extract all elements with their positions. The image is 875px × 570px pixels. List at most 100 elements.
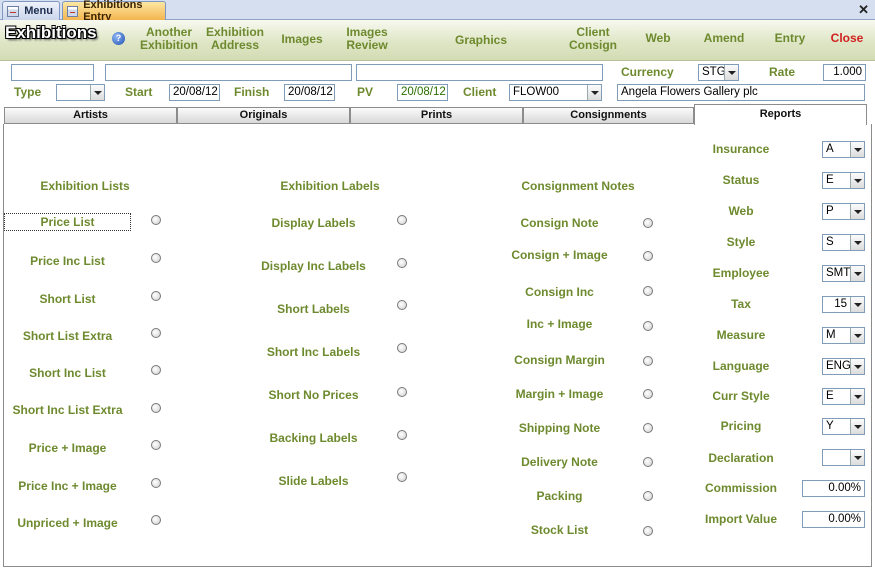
report-display-inc-labels[interactable]: Display Inc Labels bbox=[250, 259, 377, 273]
tab-menu[interactable]: Menu bbox=[2, 1, 60, 20]
report-inc-image[interactable]: Inc + Image bbox=[496, 317, 623, 331]
report-unpriced-image[interactable]: Unpriced + Image bbox=[4, 516, 131, 530]
radio-display-labels[interactable] bbox=[397, 215, 407, 225]
chevron-down-icon[interactable] bbox=[850, 389, 864, 404]
amend-button[interactable]: Amend bbox=[700, 32, 748, 45]
radio-short-list[interactable] bbox=[151, 291, 161, 301]
radio-consign-inc[interactable] bbox=[643, 286, 653, 296]
tab-originals[interactable]: Originals bbox=[177, 107, 350, 124]
images-review-button[interactable]: Images Review bbox=[342, 26, 392, 52]
chevron-down-icon[interactable] bbox=[850, 266, 864, 281]
tab-artists[interactable]: Artists bbox=[4, 107, 177, 124]
report-backing-labels[interactable]: Backing Labels bbox=[250, 431, 377, 445]
report-short-inc-labels[interactable]: Short Inc Labels bbox=[250, 345, 377, 359]
report-price-inc-list[interactable]: Price Inc List bbox=[4, 254, 131, 268]
finish-date-field[interactable]: 20/08/12 bbox=[284, 84, 335, 101]
radio-price-list[interactable] bbox=[151, 215, 161, 225]
tab-consignments[interactable]: Consignments bbox=[523, 107, 694, 124]
radio-consign-note[interactable] bbox=[643, 218, 653, 228]
radio-price-image[interactable] bbox=[151, 440, 161, 450]
report-shipping-note[interactable]: Shipping Note bbox=[496, 421, 623, 435]
style-select[interactable]: S bbox=[822, 234, 865, 251]
help-icon[interactable]: ? bbox=[112, 32, 125, 45]
radio-unpriced-image[interactable] bbox=[151, 515, 161, 525]
report-delivery-note[interactable]: Delivery Note bbox=[496, 455, 623, 469]
web-select[interactable]: P bbox=[822, 203, 865, 220]
radio-short-list-extra[interactable] bbox=[151, 328, 161, 338]
start-date-field[interactable]: 20/08/12 bbox=[169, 84, 220, 101]
insurance-select[interactable]: A bbox=[822, 141, 865, 158]
rate-field[interactable]: 1.000 bbox=[823, 64, 866, 81]
exhibition-address-button[interactable]: Exhibition Address bbox=[203, 26, 267, 52]
radio-short-labels[interactable] bbox=[397, 300, 407, 310]
chevron-down-icon[interactable] bbox=[587, 85, 601, 100]
chevron-down-icon[interactable] bbox=[850, 359, 864, 374]
web-button[interactable]: Web bbox=[640, 32, 676, 45]
report-price-inc-image[interactable]: Price Inc + Image bbox=[4, 479, 131, 493]
report-short-list[interactable]: Short List bbox=[4, 292, 131, 306]
report-consign-margin[interactable]: Consign Margin bbox=[496, 353, 623, 367]
type-select[interactable] bbox=[56, 84, 105, 101]
measure-select[interactable]: M bbox=[822, 327, 865, 344]
status-select[interactable]: E bbox=[822, 172, 865, 189]
close-icon[interactable]: ✕ bbox=[858, 2, 869, 18]
chevron-down-icon[interactable] bbox=[850, 204, 864, 219]
radio-consign-margin[interactable] bbox=[643, 356, 653, 366]
radio-short-inc-list[interactable] bbox=[151, 365, 161, 375]
client-code-select[interactable]: FLOW00 bbox=[509, 84, 602, 101]
report-margin-image[interactable]: Margin + Image bbox=[496, 387, 623, 401]
tab-prints[interactable]: Prints bbox=[350, 107, 523, 124]
close-button[interactable]: Close bbox=[826, 32, 868, 45]
chevron-down-icon[interactable] bbox=[850, 450, 864, 465]
chevron-down-icon[interactable] bbox=[850, 297, 864, 312]
another-exhibition-button[interactable]: Another Exhibition bbox=[140, 26, 198, 52]
tab-reports[interactable]: Reports bbox=[694, 104, 867, 125]
report-packing[interactable]: Packing bbox=[496, 489, 623, 503]
radio-shipping-note[interactable] bbox=[643, 423, 653, 433]
curr-style-select[interactable]: E bbox=[822, 388, 865, 405]
radio-stock-list[interactable] bbox=[643, 526, 653, 536]
report-short-inc-list-extra[interactable]: Short Inc List Extra bbox=[4, 403, 131, 417]
report-slide-labels[interactable]: Slide Labels bbox=[250, 474, 377, 488]
chevron-down-icon[interactable] bbox=[850, 142, 864, 157]
radio-delivery-note[interactable] bbox=[643, 457, 653, 467]
report-short-list-extra[interactable]: Short List Extra bbox=[4, 329, 131, 343]
import-value-field[interactable]: 0.00% bbox=[802, 511, 865, 528]
report-short-no-prices[interactable]: Short No Prices bbox=[250, 388, 377, 402]
language-select[interactable]: ENG bbox=[822, 358, 865, 375]
exhibition-code-field[interactable] bbox=[11, 64, 94, 81]
report-consign-inc[interactable]: Consign Inc bbox=[496, 285, 623, 299]
radio-inc-image[interactable] bbox=[643, 321, 653, 331]
radio-short-inc-list-extra[interactable] bbox=[151, 403, 161, 413]
radio-packing[interactable] bbox=[643, 491, 653, 501]
pv-date-field[interactable]: 20/08/12 bbox=[397, 84, 448, 101]
images-button[interactable]: Images bbox=[278, 33, 326, 46]
radio-short-no-prices[interactable] bbox=[397, 387, 407, 397]
report-consign-note[interactable]: Consign Note bbox=[496, 216, 623, 230]
client-name-field[interactable]: Angela Flowers Gallery plc bbox=[617, 84, 865, 101]
tab-exhibitions-entry[interactable]: Exhibitions Entry bbox=[62, 0, 166, 23]
report-display-labels[interactable]: Display Labels bbox=[250, 216, 377, 230]
exhibition-subtitle-field[interactable] bbox=[356, 64, 603, 81]
radio-slide-labels[interactable] bbox=[397, 472, 407, 482]
report-price-list[interactable]: Price List bbox=[4, 213, 131, 231]
entry-button[interactable]: Entry bbox=[770, 32, 810, 45]
radio-short-inc-labels[interactable] bbox=[397, 343, 407, 353]
chevron-down-icon[interactable] bbox=[850, 419, 864, 434]
report-stock-list[interactable]: Stock List bbox=[496, 523, 623, 537]
report-consign-image[interactable]: Consign + Image bbox=[496, 248, 623, 262]
currency-select[interactable]: STG bbox=[698, 64, 739, 81]
exhibition-name-field[interactable] bbox=[105, 64, 352, 81]
chevron-down-icon[interactable] bbox=[724, 65, 738, 80]
report-price-image[interactable]: Price + Image bbox=[4, 441, 131, 455]
chevron-down-icon[interactable] bbox=[850, 328, 864, 343]
radio-price-inc-list[interactable] bbox=[151, 253, 161, 263]
client-consign-button[interactable]: Client Consign bbox=[568, 26, 618, 52]
report-short-labels[interactable]: Short Labels bbox=[250, 302, 377, 316]
pricing-select[interactable]: Y bbox=[822, 418, 865, 435]
radio-margin-image[interactable] bbox=[643, 389, 653, 399]
commission-field[interactable]: 0.00% bbox=[802, 480, 865, 497]
chevron-down-icon[interactable] bbox=[90, 85, 104, 100]
report-short-inc-list[interactable]: Short Inc List bbox=[4, 366, 131, 380]
declaration-select[interactable] bbox=[822, 449, 865, 466]
